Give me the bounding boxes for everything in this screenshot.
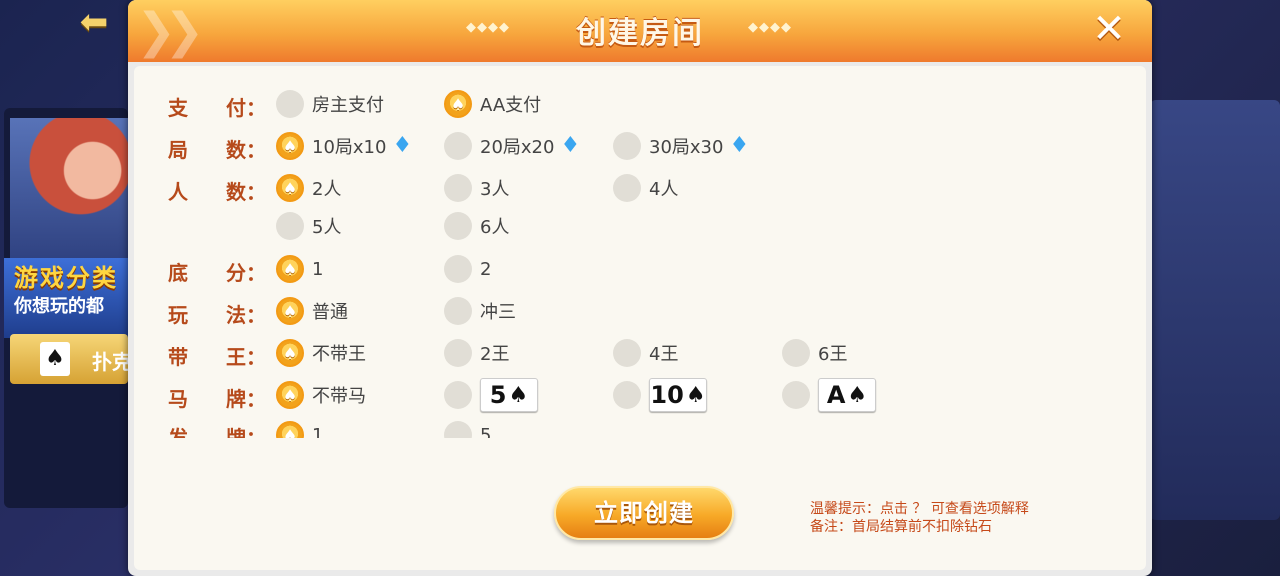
spade-selected-icon[interactable]: ♠ (444, 90, 472, 118)
radio-unselected[interactable] (613, 132, 641, 160)
spade-selected-icon[interactable]: ♠ (276, 381, 304, 409)
choice-rounds-10[interactable]: ♠ 10局x10 ♦ (276, 131, 412, 161)
choice-king-2[interactable]: 2王 (444, 338, 509, 368)
radio-unselected[interactable] (444, 255, 472, 283)
choice-rounds-20[interactable]: 20局x20 ♦ (444, 131, 580, 161)
choice-horse-a[interactable]: A ♠ (782, 378, 876, 412)
dialog-header: ❯❯ ◆◆◆◆ 创建房间 ◆◆◆◆ ✕ (128, 0, 1152, 62)
choice-king-none[interactable]: ♠ 不带王 (276, 338, 366, 368)
choice-players-3[interactable]: 3人 (444, 173, 509, 203)
choice-players-4[interactable]: 4人 (613, 173, 678, 203)
diamond-icon: ♦ (729, 133, 750, 158)
choice-mode-chongsan[interactable]: 冲三 (444, 296, 516, 326)
radio-unselected[interactable] (613, 381, 641, 409)
create-room-dialog: ❯❯ ◆◆◆◆ 创建房间 ◆◆◆◆ ✕ 支付： 房主支付 ♠ AA支付 局数： (128, 0, 1152, 576)
tip-line-1: 温馨提示：点击 ？ 可查看选项解释 (810, 501, 1029, 517)
diamond-icon: ♦ (392, 133, 413, 158)
background-subtitle: 你想玩的都 (14, 296, 104, 317)
spade-selected-icon[interactable]: ♠ (276, 255, 304, 283)
title-ornament-right: ◆◆◆◆ (748, 20, 792, 35)
options-list[interactable]: 支付： 房主支付 ♠ AA支付 局数： ♠ 10局x10 ♦ 20局x20 ♦ … (134, 66, 1146, 438)
card-a-spade: A ♠ (818, 378, 876, 412)
choice-rounds-30[interactable]: 30局x30 ♦ (613, 131, 749, 161)
choice-base-2[interactable]: 2 (444, 254, 491, 284)
dialog-body: 支付： 房主支付 ♠ AA支付 局数： ♠ 10局x10 ♦ 20局x20 ♦ … (134, 66, 1146, 570)
radio-unselected[interactable] (613, 174, 641, 202)
choice-deal-1[interactable]: ♠ 1 (276, 420, 323, 438)
tips-text: 温馨提示：点击 ？ 可查看选项解释 备注：首局结算前不扣除钻石 (810, 500, 1029, 536)
card-5-spade: 5 ♠ (480, 378, 538, 412)
choice-mode-normal[interactable]: ♠ 普通 (276, 296, 348, 326)
tip-line-2: 备注：首局结算前不扣除钻石 (810, 519, 992, 535)
radio-unselected[interactable] (782, 339, 810, 367)
radio-unselected[interactable] (444, 339, 472, 367)
choice-players-2[interactable]: ♠ 2人 (276, 173, 341, 203)
choice-pay-owner[interactable]: 房主支付 (276, 89, 384, 119)
background-tab-label: 扑克 (92, 350, 132, 374)
choice-king-4[interactable]: 4王 (613, 338, 678, 368)
spade-selected-icon[interactable]: ♠ (276, 174, 304, 202)
create-room-button[interactable]: 立即创建 (554, 486, 734, 540)
poker-card-icon: ♠ (40, 342, 70, 376)
choice-pay-aa[interactable]: ♠ AA支付 (444, 89, 541, 119)
spade-selected-icon[interactable]: ♠ (276, 297, 304, 325)
choice-king-6[interactable]: 6王 (782, 338, 847, 368)
spade-selected-icon[interactable]: ♠ (276, 421, 304, 438)
radio-unselected[interactable] (613, 339, 641, 367)
radio-unselected[interactable] (444, 174, 472, 202)
choice-base-1[interactable]: ♠ 1 (276, 254, 323, 284)
choice-players-5[interactable]: 5人 (276, 211, 341, 241)
choice-horse-none[interactable]: ♠ 不带马 (276, 380, 366, 410)
spade-selected-icon[interactable]: ♠ (276, 132, 304, 160)
choice-horse-10[interactable]: 10 ♠ (613, 378, 707, 412)
card-10-spade: 10 ♠ (649, 378, 707, 412)
radio-unselected[interactable] (782, 381, 810, 409)
radio-unselected[interactable] (276, 90, 304, 118)
back-arrow-icon[interactable]: ⬅ (68, 4, 120, 40)
background-title: 游戏分类 (14, 264, 118, 292)
spade-selected-icon[interactable]: ♠ (276, 339, 304, 367)
radio-unselected[interactable] (444, 132, 472, 160)
radio-unselected[interactable] (444, 421, 472, 438)
diamond-icon: ♦ (560, 133, 581, 158)
choice-players-6[interactable]: 6人 (444, 211, 509, 241)
radio-unselected[interactable] (444, 212, 472, 240)
radio-unselected[interactable] (444, 297, 472, 325)
background-right-panel (1150, 100, 1280, 520)
radio-unselected[interactable] (444, 381, 472, 409)
character-art (10, 118, 128, 268)
choice-horse-5[interactable]: 5 ♠ (444, 378, 538, 412)
choice-deal-5[interactable]: 5 (444, 420, 491, 438)
radio-unselected[interactable] (276, 212, 304, 240)
dialog-title: 创建房间 (576, 16, 704, 51)
close-icon[interactable]: ✕ (1084, 6, 1134, 52)
